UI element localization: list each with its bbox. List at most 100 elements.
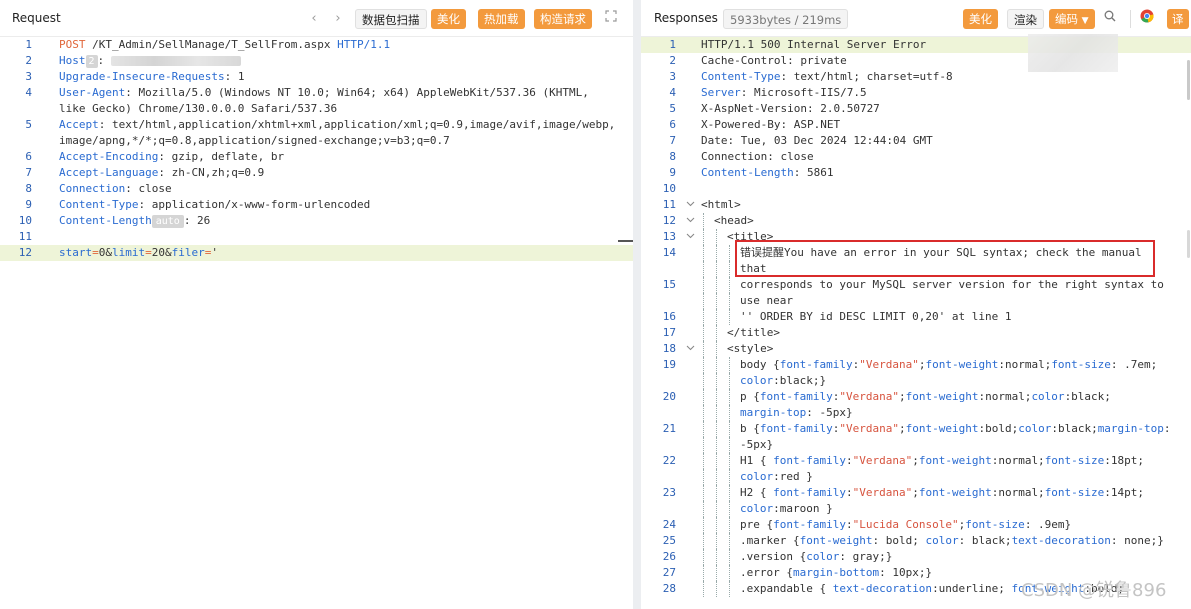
header-badge: auto (151, 215, 184, 228)
indent-guide (716, 485, 717, 501)
code-token: : 5861 (793, 166, 834, 179)
code-token: /KT_Admin/SellManage/T_SellFrom.aspx (85, 38, 338, 51)
packet-scan-button[interactable]: 数据包扫描 (355, 9, 427, 29)
code-token: color (1018, 422, 1052, 435)
indent-guide (716, 389, 717, 405)
line-number: 3 (669, 70, 676, 83)
code-token: font-size (1051, 358, 1111, 371)
line-number: 28 (662, 582, 676, 595)
code-token: color (740, 502, 774, 515)
code-token: Cache-Control: private (701, 54, 847, 67)
indent-guide (703, 437, 704, 453)
request-beautify-button[interactable]: 美化 (431, 9, 466, 29)
fold-chevron-icon[interactable] (685, 197, 695, 213)
line-number: 6 (669, 118, 676, 131)
code-token: :black;} (773, 374, 827, 387)
line-number: 5 (669, 102, 676, 115)
code-line: color:maroon } (641, 501, 1191, 517)
pane-divider[interactable] (633, 0, 641, 609)
code-token: H1 { (740, 454, 774, 467)
fullscreen-icon[interactable] (603, 9, 619, 29)
chevron-right-icon[interactable]: › (331, 9, 345, 29)
code-token: .expandable { (740, 582, 833, 595)
line-text: pre {font-family:"Lucida Console";font-s… (740, 517, 1071, 533)
line-text: '' ORDER BY id DESC LIMIT 0,20' at line … (740, 309, 1012, 325)
code-token: font-family (773, 454, 846, 467)
code-token: -5px} (740, 438, 774, 451)
line-text: <head> (714, 213, 754, 229)
line-text: X-AspNet-Version: 2.0.50727 (701, 101, 880, 117)
code-token: HTTP/1.1 500 Internal Server Error (701, 38, 927, 51)
line-number: 21 (662, 422, 676, 435)
code-token: <head> (714, 214, 754, 227)
line-text: Accept-Encoding: gzip, deflate, br (59, 149, 284, 165)
indent-guide (703, 405, 704, 421)
fold-chevron-icon[interactable] (685, 213, 695, 229)
code-token: :14pt; (1104, 486, 1145, 499)
code-line: margin-top: -5px} (641, 405, 1191, 421)
scrollbar-thumb[interactable] (1187, 60, 1190, 100)
indent-guide (729, 277, 730, 293)
chevron-down-icon: ▼ (1081, 16, 1089, 26)
fold-chevron-icon[interactable] (685, 341, 695, 357)
code-token: b { (740, 422, 760, 435)
search-icon[interactable] (1102, 9, 1118, 29)
code-line: 2 Host 2: (0, 53, 633, 69)
chevron-left-icon[interactable]: ‹ (307, 9, 321, 29)
response-beautify-button[interactable]: 美化 (963, 9, 998, 29)
line-number: 9 (669, 166, 676, 179)
code-token: '' ORDER BY id DESC LIMIT 0,20' at line … (740, 310, 1012, 323)
code-line: 1 POST /KT_Admin/SellManage/T_SellFrom.as… (0, 37, 633, 53)
line-text: Accept-Language: zh-CN,zh;q=0.9 (59, 165, 264, 181)
indent-guide (703, 581, 704, 597)
indent-guide (729, 533, 730, 549)
line-text: Connection: close (59, 181, 172, 197)
build-request-button[interactable]: 构造请求 (534, 9, 592, 29)
code-token: color (806, 550, 840, 563)
code-token: : text/html; charset=utf-8 (780, 70, 953, 83)
indent-guide (716, 501, 717, 517)
code-token: : (97, 54, 111, 67)
indent-guide (716, 357, 717, 373)
code-token: font-weight (799, 534, 873, 547)
indent-guide (716, 565, 717, 581)
code-token: : gzip, deflate, br (158, 150, 285, 163)
code-token: body { (740, 358, 780, 371)
indent-guide (729, 245, 730, 261)
line-text: start=0&limit=20&filer=' (59, 245, 218, 261)
code-token: font-size (965, 518, 1025, 531)
code-line: 8 Connection: close (641, 149, 1191, 165)
chrome-icon[interactable] (1139, 9, 1155, 29)
code-line: 24 pre {font-family:"Lucida Console";font… (641, 517, 1191, 533)
hot-load-button[interactable]: 热加载 (478, 9, 525, 29)
code-token: POST (59, 38, 86, 51)
code-line: 15 corresponds to your MySQL server versi… (641, 277, 1191, 293)
code-line: 7 Date: Tue, 03 Dec 2024 12:44:04 GMT (641, 133, 1191, 149)
code-token: margin-top (740, 406, 807, 419)
code-token: margin-bottom (792, 566, 880, 579)
line-text: X-Powered-By: ASP.NET (701, 117, 840, 133)
request-editor[interactable]: 1 POST /KT_Admin/SellManage/T_SellFrom.as… (0, 37, 633, 609)
indent-guide (716, 293, 717, 309)
code-token: "Verdana" (852, 486, 913, 499)
line-text: -5px} (740, 437, 773, 453)
indent-guide (703, 549, 704, 565)
encoding-dropdown[interactable]: 编码 ▼ (1049, 9, 1095, 29)
code-token: color (925, 534, 959, 547)
code-token: : close (125, 182, 172, 195)
fold-chevron-icon[interactable] (685, 229, 695, 245)
response-editor[interactable]: 1 HTTP/1.1 500 Internal Server Error 2 Cach… (641, 37, 1191, 609)
translate-button[interactable]: 译 (1167, 9, 1189, 29)
indent-guide (716, 549, 717, 565)
line-text: </title> (727, 325, 780, 341)
indent-guide (703, 293, 704, 309)
response-pane: Responses 5933bytes / 219ms 美化 渲染 编码 ▼ 译… (641, 0, 1191, 609)
line-number: 15 (662, 278, 676, 291)
code-line: 8 Connection: close (0, 181, 633, 197)
indent-guide (703, 469, 704, 485)
render-button[interactable]: 渲染 (1007, 9, 1044, 29)
line-number: 25 (662, 534, 676, 547)
header-badge: 2 (85, 55, 98, 68)
indent-guide (703, 213, 704, 229)
code-line: 11 (0, 229, 633, 245)
